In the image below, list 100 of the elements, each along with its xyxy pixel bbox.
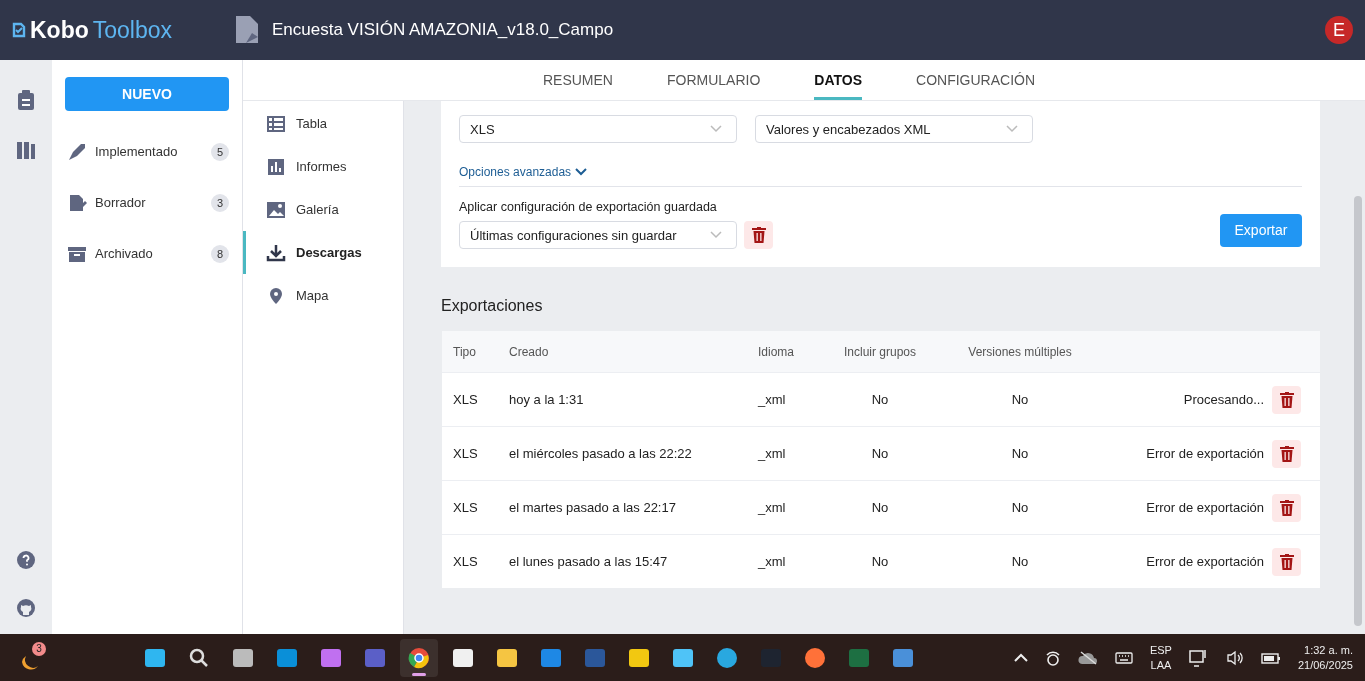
table-cell-text: No [870, 554, 890, 569]
column-header: Tipo [453, 344, 477, 359]
table-cell-text: hoy a la 1:31 [509, 392, 585, 407]
chevron-up-icon[interactable] [1013, 652, 1028, 663]
column-header: Incluir grupos [842, 344, 917, 359]
sidebar-item[interactable]: Implementado 5 [65, 126, 229, 177]
cloud-icon[interactable] [1077, 650, 1098, 665]
delete-button[interactable] [1272, 385, 1301, 414]
table-cell-text: el lunes pasado a las 15:47 [509, 554, 669, 569]
table-cell-text: No [870, 446, 890, 461]
table-cell-text: No [1010, 554, 1030, 569]
github-icon[interactable] [17, 599, 35, 617]
taskbar-app[interactable] [400, 638, 438, 677]
speaker-icon[interactable] [1225, 649, 1244, 666]
app-icon [584, 646, 606, 669]
tab[interactable]: RESUMEN [542, 60, 613, 100]
table-cell-text: No [1010, 446, 1030, 461]
logo-text: Kobo [30, 16, 89, 44]
sidebar-item[interactable]: Borrador 3 [65, 177, 229, 228]
app-icon [144, 646, 166, 669]
trash-icon [751, 227, 766, 243]
table-cell-text: _xml [758, 500, 787, 515]
table-icon [266, 114, 286, 133]
user-avatar[interactable]: E [1325, 16, 1353, 44]
table-cell-text: _xml [758, 392, 787, 407]
clipboard-icon[interactable] [17, 90, 35, 110]
active-indicator [412, 672, 426, 676]
keyboard-icon[interactable] [1114, 651, 1133, 664]
table-cell-text: _xml [758, 554, 787, 569]
help-icon[interactable] [17, 551, 35, 569]
count-badge: 3 [211, 193, 229, 212]
column-header: Creado [509, 344, 550, 359]
app-icon [408, 646, 430, 669]
input-language[interactable]: ESP LAA [1149, 644, 1172, 671]
app-icon [496, 646, 518, 669]
app-icon [628, 646, 650, 669]
subnav-item[interactable]: Tabla [243, 102, 403, 145]
app-icon [452, 646, 474, 669]
status-text: Error de exportación [1145, 446, 1265, 461]
scrollbar[interactable] [1354, 196, 1362, 626]
table-cell-text: XLS [453, 446, 479, 461]
delete-button[interactable] [1272, 547, 1301, 576]
app-icon [672, 646, 694, 669]
table-cell-text: XLS [453, 392, 479, 407]
draft-icon [67, 193, 87, 212]
saved-config-label: Aplicar configuración de exportación guardada [459, 200, 718, 214]
table-cell-text: el martes pasado a las 22:17 [509, 500, 677, 515]
trash-icon [1279, 499, 1294, 516]
bar-chart-icon [266, 157, 286, 176]
chevron-down-icon [1006, 125, 1018, 133]
table-cell-text: No [870, 392, 890, 407]
tab[interactable]: CONFIGURACIÓN [916, 60, 1036, 100]
network-icon[interactable] [1188, 648, 1209, 667]
app-icon [364, 646, 386, 669]
sidebar-item[interactable]: Archivado 8 [65, 228, 229, 279]
delete-button[interactable] [1272, 439, 1301, 468]
subnav-item[interactable]: Mapa [243, 274, 403, 317]
project-title: Encuesta VISIÓN AMAZONIA_v18.0_Campo [272, 20, 615, 40]
status-text: Error de exportación [1145, 554, 1265, 569]
logo[interactable]: Kobo Toolbox [12, 16, 232, 44]
status-text: Error de exportación [1145, 500, 1265, 515]
app-icon [232, 646, 254, 669]
chevron-down-icon [710, 231, 722, 239]
app-icon [276, 646, 298, 669]
delete-button[interactable] [1272, 493, 1301, 522]
logo-icon [12, 21, 26, 39]
delete-button[interactable] [744, 221, 773, 249]
logo-text: Toolbox [92, 16, 173, 44]
tab[interactable]: FORMULARIO [666, 60, 761, 100]
trash-icon [1279, 391, 1294, 408]
table-cell-text: _xml [758, 446, 787, 461]
trash-icon [1279, 553, 1294, 570]
image-icon [266, 200, 286, 219]
app-icon [540, 646, 562, 669]
library-icon[interactable] [16, 140, 36, 160]
app-icon [848, 646, 870, 669]
export-type-select[interactable]: XLS [459, 115, 737, 143]
weather-widget[interactable]: 3 [18, 641, 48, 674]
status-text: Procesando... [1182, 392, 1265, 407]
subnav-item[interactable]: Informes [243, 145, 403, 188]
archive-icon [67, 244, 87, 263]
clock[interactable]: 1:32 a. m. 21/06/2025 [1297, 644, 1353, 671]
value-format-select[interactable]: Valores y encabezados XML [755, 115, 1033, 143]
table-cell-text: No [870, 500, 890, 515]
column-header: Idioma [758, 344, 796, 359]
download-icon [266, 243, 286, 262]
column-header: Versiones múltiples [967, 344, 1073, 359]
table-cell-text: el miércoles pasado a las 22:22 [509, 446, 693, 461]
count-badge: 5 [211, 142, 229, 161]
app-icon [804, 646, 826, 669]
table-cell-text: No [1010, 392, 1030, 407]
ring-icon[interactable] [1044, 649, 1061, 666]
subnav-item[interactable]: Galería [243, 188, 403, 231]
trash-icon [1279, 445, 1294, 462]
saved-config-select[interactable]: Últimas configuraciones sin guardar [459, 221, 737, 249]
battery-icon[interactable] [1260, 650, 1281, 665]
app-icon [892, 646, 914, 669]
advanced-options-link[interactable]: Opciones avanzadas [459, 165, 588, 179]
notification-badge: 3 [32, 641, 46, 656]
app-icon [320, 646, 342, 669]
